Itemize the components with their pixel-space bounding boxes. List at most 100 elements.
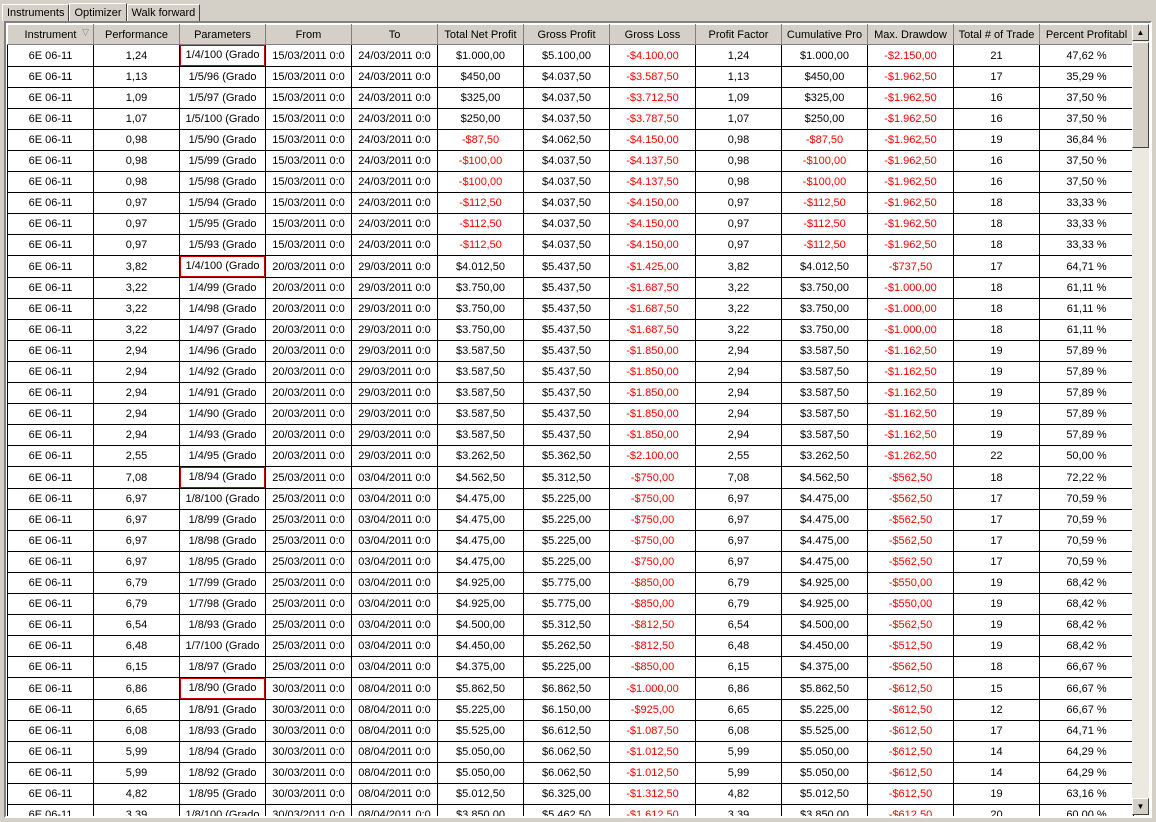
cell-parameters: 1/8/98 (Grado bbox=[179, 530, 266, 552]
column-header-parameters[interactable]: Parameters bbox=[179, 24, 266, 45]
cell-gross-loss: -$1.687,50 bbox=[609, 298, 696, 320]
arrow-up-icon[interactable]: ▲ bbox=[1132, 24, 1149, 41]
column-header-performance[interactable]: Performance bbox=[93, 24, 180, 45]
cell-percent-profitabl: 64,29 % bbox=[1039, 762, 1134, 784]
cell-gross-profit: $4.037,50 bbox=[523, 192, 610, 214]
cell-parameters: 1/8/99 (Grado bbox=[179, 509, 266, 531]
cell-instrument: 6E 06-11 bbox=[7, 44, 94, 67]
sort-icon[interactable]: ▽ bbox=[82, 27, 89, 38]
cell-profit-factor: 0,97 bbox=[695, 234, 782, 256]
column-header-max-drawdow[interactable]: Max. Drawdow bbox=[867, 24, 954, 45]
column-header-profit-factor[interactable]: Profit Factor bbox=[695, 24, 782, 45]
cell-cumulative-pro: $5.012,50 bbox=[781, 783, 868, 805]
cell-cumulative-pro: $4.475,00 bbox=[781, 509, 868, 531]
cell-profit-factor: 6,97 bbox=[695, 509, 782, 531]
column-header-cumulative-pro[interactable]: Cumulative Pro bbox=[781, 24, 868, 45]
column-header-total-net-profit[interactable]: Total Net Profit bbox=[437, 24, 524, 45]
table-row[interactable]: 6E 06-11 0,98 1/5/90 (Grado 15/03/2011 0:0 2… bbox=[7, 129, 1134, 151]
cell-total-net-profit: -$100,00 bbox=[437, 171, 524, 193]
cell-performance: 1,13 bbox=[93, 66, 180, 88]
cell-performance: 6,97 bbox=[93, 488, 180, 510]
table-row[interactable]: 6E 06-11 0,98 1/5/99 (Grado 15/03/2011 0:0 2… bbox=[7, 150, 1134, 172]
cell-percent-profitabl: 66,67 % bbox=[1039, 699, 1134, 721]
table-row[interactable]: 6E 06-11 3,22 1/4/98 (Grado 20/03/2011 0:0 2… bbox=[7, 298, 1134, 320]
cell-cumulative-pro: $3.587,50 bbox=[781, 382, 868, 404]
table-row[interactable]: 6E 06-11 5,99 1/8/92 (Grado 30/03/2011 0:0 0… bbox=[7, 762, 1134, 784]
tab-walk-forward[interactable]: Walk forward bbox=[126, 4, 201, 21]
table-row[interactable]: 6E 06-11 1,07 1/5/100 (Grado 15/03/2011 0:0… bbox=[7, 108, 1134, 130]
cell-parameters: 1/4/91 (Grado bbox=[179, 382, 266, 404]
table-row[interactable]: 6E 06-11 7,08 1/8/94 (Grado 25/03/2011 0:0 0… bbox=[7, 466, 1134, 489]
table-row[interactable]: 6E 06-11 6,97 1/8/98 (Grado 25/03/2011 0:0 0… bbox=[7, 530, 1134, 552]
table-row[interactable]: 6E 06-11 3,82 1/4/100 (Grado 20/03/2011 0:0… bbox=[7, 255, 1134, 278]
table-row[interactable]: 6E 06-11 2,94 1/4/91 (Grado 20/03/2011 0:0 2… bbox=[7, 382, 1134, 404]
table-row[interactable]: 6E 06-11 6,48 1/7/100 (Grado 25/03/2011 0:0… bbox=[7, 635, 1134, 657]
column-header-to[interactable]: To bbox=[351, 24, 438, 45]
table-row[interactable]: 6E 06-11 1,09 1/5/97 (Grado 15/03/2011 0:0 2… bbox=[7, 87, 1134, 109]
cell-profit-factor: 6,79 bbox=[695, 572, 782, 594]
table-row[interactable]: 6E 06-11 6,15 1/8/97 (Grado 25/03/2011 0:0 0… bbox=[7, 656, 1134, 678]
table-row[interactable]: 6E 06-11 6,54 1/8/93 (Grado 25/03/2011 0:0 0… bbox=[7, 614, 1134, 636]
cell-parameters: 1/8/92 (Grado bbox=[179, 762, 266, 784]
cell-performance: 6,86 bbox=[93, 677, 180, 700]
cell-percent-profitabl: 61,11 % bbox=[1039, 277, 1134, 299]
cell-gross-profit: $5.312,50 bbox=[523, 614, 610, 636]
column-header-total-of-trade[interactable]: Total # of Trade bbox=[953, 24, 1040, 45]
table-row[interactable]: 6E 06-11 6,97 1/8/99 (Grado 25/03/2011 0:0 0… bbox=[7, 509, 1134, 531]
table-row[interactable]: 6E 06-11 6,79 1/7/98 (Grado 25/03/2011 0:0 0… bbox=[7, 593, 1134, 615]
table-row[interactable]: 6E 06-11 6,08 1/8/93 (Grado 30/03/2011 0:0 0… bbox=[7, 720, 1134, 742]
cell-from: 30/03/2011 0:0 bbox=[265, 783, 352, 805]
column-header-gross-loss[interactable]: Gross Loss bbox=[609, 24, 696, 45]
tab-instruments[interactable]: Instruments bbox=[2, 4, 70, 21]
cell-total-of-trade: 14 bbox=[953, 762, 1040, 784]
table-row[interactable]: 6E 06-11 1,24 1/4/100 (Grado 15/03/2011 0:0… bbox=[7, 44, 1134, 67]
cell-total-of-trade: 18 bbox=[953, 298, 1040, 320]
table-row[interactable]: 6E 06-11 4,82 1/8/95 (Grado 30/03/2011 0:0 0… bbox=[7, 783, 1134, 805]
tab-optimizer[interactable]: Optimizer bbox=[69, 3, 127, 22]
vertical-scrollbar[interactable]: ▲ ▼ bbox=[1132, 24, 1149, 815]
column-header-instrument[interactable]: Instrument ▽ bbox=[7, 24, 94, 45]
cell-total-net-profit: $3.750,00 bbox=[437, 319, 524, 341]
table-row[interactable]: 6E 06-11 2,94 1/4/90 (Grado 20/03/2011 0:0 2… bbox=[7, 403, 1134, 425]
column-header-gross-profit[interactable]: Gross Profit bbox=[523, 24, 610, 45]
table-row[interactable]: 6E 06-11 0,97 1/5/95 (Grado 15/03/2011 0:0 2… bbox=[7, 213, 1134, 235]
cell-total-net-profit: $4.450,00 bbox=[437, 635, 524, 657]
cell-parameters: 1/5/99 (Grado bbox=[179, 150, 266, 172]
table-row[interactable]: 6E 06-11 1,13 1/5/96 (Grado 15/03/2011 0:0 2… bbox=[7, 66, 1134, 88]
table-row[interactable]: 6E 06-11 6,86 1/8/90 (Grado 30/03/2011 0:0 0… bbox=[7, 677, 1134, 700]
table-row[interactable]: 6E 06-11 3,39 1/8/100 (Grado 30/03/2011 0:0… bbox=[7, 804, 1134, 816]
scrollbar-thumb[interactable] bbox=[1132, 42, 1149, 148]
cell-total-net-profit: $5.862,50 bbox=[437, 677, 524, 700]
table-row[interactable]: 6E 06-11 6,97 1/8/100 (Grado 25/03/2011 0:0… bbox=[7, 488, 1134, 510]
cell-cumulative-pro: $3.750,00 bbox=[781, 277, 868, 299]
table-row[interactable]: 6E 06-11 2,94 1/4/92 (Grado 20/03/2011 0:0 2… bbox=[7, 361, 1134, 383]
table-row[interactable]: 6E 06-11 3,22 1/4/99 (Grado 20/03/2011 0:0 2… bbox=[7, 277, 1134, 299]
cell-total-of-trade: 17 bbox=[953, 530, 1040, 552]
cell-percent-profitabl: 66,67 % bbox=[1039, 677, 1134, 700]
table-row[interactable]: 6E 06-11 5,99 1/8/94 (Grado 30/03/2011 0:0 0… bbox=[7, 741, 1134, 763]
cell-percent-profitabl: 36,84 % bbox=[1039, 129, 1134, 151]
cell-from: 15/03/2011 0:0 bbox=[265, 234, 352, 256]
cell-total-of-trade: 21 bbox=[953, 44, 1040, 67]
cell-parameters: 1/8/95 (Grado bbox=[179, 551, 266, 573]
cell-performance: 3,22 bbox=[93, 319, 180, 341]
arrow-down-icon[interactable]: ▼ bbox=[1132, 798, 1149, 815]
table-row[interactable]: 6E 06-11 2,55 1/4/95 (Grado 20/03/2011 0:0 2… bbox=[7, 445, 1134, 467]
cell-parameters: 1/4/97 (Grado bbox=[179, 319, 266, 341]
table-row[interactable]: 6E 06-11 6,65 1/8/91 (Grado 30/03/2011 0:0 0… bbox=[7, 699, 1134, 721]
table-row[interactable]: 6E 06-11 0,98 1/5/98 (Grado 15/03/2011 0:0 2… bbox=[7, 171, 1134, 193]
column-header-from[interactable]: From bbox=[265, 24, 352, 45]
column-header-percent-profitabl[interactable]: Percent Profitabl bbox=[1039, 24, 1134, 45]
cell-parameters: 1/8/94 (Grado bbox=[179, 741, 266, 763]
cell-profit-factor: 6,65 bbox=[695, 699, 782, 721]
cell-profit-factor: 3,22 bbox=[695, 277, 782, 299]
table-row[interactable]: 6E 06-11 0,97 1/5/94 (Grado 15/03/2011 0:0 2… bbox=[7, 192, 1134, 214]
cell-instrument: 6E 06-11 bbox=[7, 720, 94, 742]
table-row[interactable]: 6E 06-11 3,22 1/4/97 (Grado 20/03/2011 0:0 2… bbox=[7, 319, 1134, 341]
table-row[interactable]: 6E 06-11 2,94 1/4/96 (Grado 20/03/2011 0:0 2… bbox=[7, 340, 1134, 362]
table-row[interactable]: 6E 06-11 6,79 1/7/99 (Grado 25/03/2011 0:0 0… bbox=[7, 572, 1134, 594]
cell-profit-factor: 6,97 bbox=[695, 551, 782, 573]
table-row[interactable]: 6E 06-11 2,94 1/4/93 (Grado 20/03/2011 0:0 2… bbox=[7, 424, 1134, 446]
table-row[interactable]: 6E 06-11 0,97 1/5/93 (Grado 15/03/2011 0:0 2… bbox=[7, 234, 1134, 256]
table-row[interactable]: 6E 06-11 6,97 1/8/95 (Grado 25/03/2011 0:0 0… bbox=[7, 551, 1134, 573]
